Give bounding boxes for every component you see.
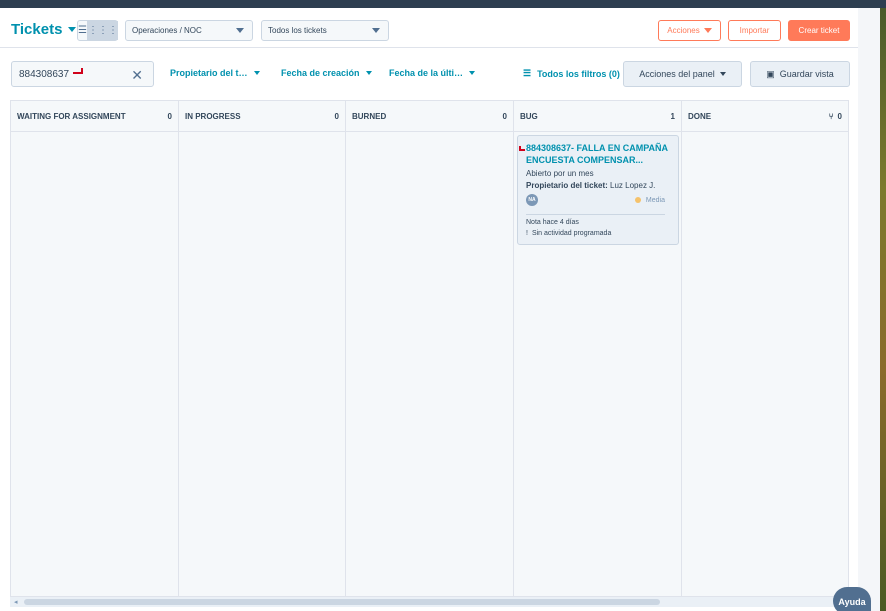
ticket-status: Abierto por un mes (526, 169, 594, 178)
column-title: IN PROGRESS (185, 111, 241, 121)
owner-filter[interactable]: Propietario del t… (170, 68, 260, 78)
view-select-value: Todos los tickets (268, 26, 327, 35)
column-count: 0 (502, 111, 507, 121)
last-date-filter-label: Fecha de la últi… (389, 68, 464, 78)
card-activity: ! Sin actividad programada (526, 230, 671, 237)
priority: Media (634, 196, 665, 204)
board-column: BUG 1 884308637- FALLA EN CAMPAÑA ENCUES… (514, 101, 682, 596)
ticket-owner: Propietario del ticket: Luz Lopez J. (526, 181, 671, 190)
page-title-label: Tickets (11, 21, 63, 38)
chevron-down-icon (469, 71, 476, 75)
owner-filter-label: Propietario del t… (170, 68, 248, 78)
column-count: ⑂ 0 (829, 112, 842, 121)
scroll-thumb[interactable] (24, 599, 660, 605)
column-title: DONE (688, 111, 712, 121)
priority-dot-icon (634, 197, 641, 203)
column-title: BUG (520, 111, 538, 121)
help-button[interactable]: Ayuda (833, 587, 871, 611)
clear-icon[interactable]: ✕ (131, 67, 143, 84)
column-count: 0 (334, 111, 339, 121)
column-count: 0 (167, 111, 172, 121)
created-date-filter[interactable]: Fecha de creación (281, 68, 372, 78)
page-title[interactable]: Tickets (11, 21, 77, 38)
board-column: BURNED 0 (346, 101, 514, 596)
search-input[interactable]: 884308637 (19, 69, 69, 80)
import-button[interactable]: Importar (728, 20, 781, 41)
save-view-button[interactable]: ▣ Guardar vista (750, 61, 850, 87)
header-divider (0, 47, 858, 48)
search-field[interactable]: 884308637 ✕ (11, 61, 154, 87)
column-header: DONE ⑂ 0 (682, 101, 848, 132)
column-count: 1 (670, 111, 675, 121)
owner-name: Luz Lopez J. (610, 181, 656, 190)
card-divider (526, 214, 665, 215)
board-column: DONE ⑂ 0 (682, 101, 848, 596)
cursor-mark (73, 68, 84, 74)
horizontal-scrollbar[interactable]: ◂ (10, 597, 858, 607)
pipeline-select[interactable]: Operaciones / NOC (125, 20, 253, 41)
background-edge (880, 8, 886, 611)
view-select[interactable]: Todos los tickets (261, 20, 389, 41)
column-header: BUG 1 (514, 101, 681, 132)
priority-label: Media (645, 196, 665, 204)
branch-icon: ⑂ (828, 111, 834, 121)
view-toggle: ☰ ⋮⋮⋮ (77, 20, 118, 41)
card-meta-row: NA Media (526, 194, 671, 206)
save-view-label: Guardar vista (779, 69, 834, 79)
top-bar (0, 0, 886, 8)
column-count-value: 0 (837, 111, 842, 121)
chevron-down-icon (719, 72, 726, 76)
column-title: BURNED (352, 111, 387, 121)
created-date-filter-label: Fecha de creación (281, 68, 360, 78)
kanban-board: WAITING FOR ASSIGNMENT 0 IN PROGRESS 0 B… (10, 100, 849, 597)
scroll-left-icon[interactable]: ◂ (14, 598, 18, 606)
right-edge (858, 8, 886, 611)
all-filters-label: Todos los filtros (0) (537, 68, 620, 79)
ticket-card[interactable]: 884308637- FALLA EN CAMPAÑA ENCUESTA COM… (517, 135, 679, 245)
chevron-down-icon (253, 71, 260, 75)
create-ticket-button-label: Crear ticket (798, 26, 840, 35)
alert-icon: ! (526, 230, 528, 237)
all-filters-link[interactable]: ☰ Todos los filtros (0) (523, 68, 620, 79)
column-title: WAITING FOR ASSIGNMENT (17, 111, 126, 121)
create-ticket-button[interactable]: Crear ticket (788, 20, 850, 41)
panel-actions-label: Acciones del panel (639, 69, 715, 79)
actions-button-label: Acciones (667, 26, 700, 35)
import-button-label: Importar (739, 26, 770, 35)
filter-sliders-icon: ☰ (523, 68, 532, 78)
list-view-icon[interactable]: ☰ (78, 21, 87, 40)
flag-icon (519, 146, 525, 151)
save-icon: ▣ (766, 68, 775, 79)
owner-label: Propietario del ticket: (526, 181, 608, 190)
column-header: WAITING FOR ASSIGNMENT 0 (11, 101, 178, 132)
activity-label: Sin actividad programada (531, 230, 612, 237)
board-column: IN PROGRESS 0 (179, 101, 346, 596)
chevron-down-icon (236, 28, 244, 33)
avatar[interactable]: NA (526, 194, 538, 206)
column-header: BURNED 0 (346, 101, 513, 132)
board-column: WAITING FOR ASSIGNMENT 0 (11, 101, 179, 596)
card-note: Nota hace 4 días (526, 219, 579, 226)
chevron-down-icon (372, 28, 380, 33)
pipeline-select-value: Operaciones / NOC (132, 26, 202, 35)
board-view-icon[interactable]: ⋮⋮⋮ (86, 21, 118, 40)
chevron-down-icon (703, 28, 712, 33)
panel-actions-button[interactable]: Acciones del panel (623, 61, 742, 87)
last-date-filter[interactable]: Fecha de la últi… (389, 68, 476, 78)
chevron-down-icon (68, 27, 77, 32)
actions-button[interactable]: Acciones (658, 20, 721, 41)
ticket-title: 884308637- FALLA EN CAMPAÑA ENCUESTA COM… (526, 143, 668, 165)
ticket-title-link[interactable]: 884308637- FALLA EN CAMPAÑA ENCUESTA COM… (519, 142, 671, 166)
chevron-down-icon (365, 71, 372, 75)
column-header: IN PROGRESS 0 (179, 101, 345, 132)
